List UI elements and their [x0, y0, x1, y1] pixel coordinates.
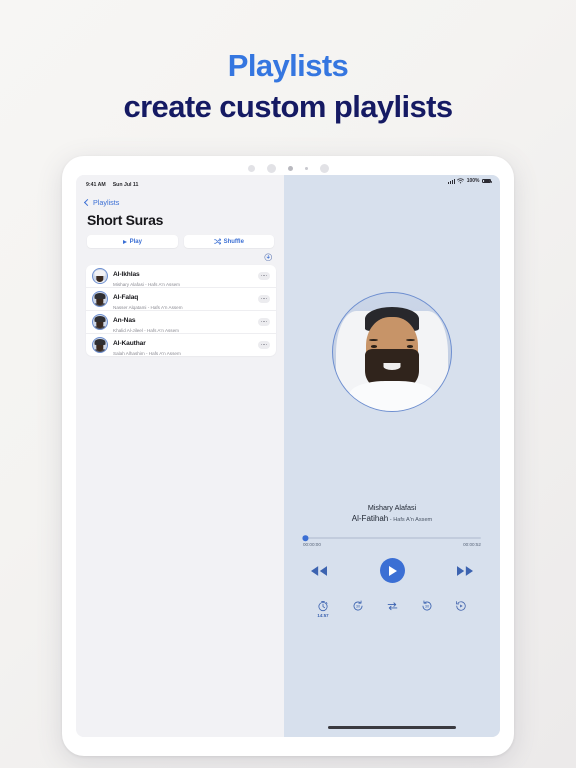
status-time: 9:41 AM [86, 182, 106, 188]
play-icon [122, 239, 127, 244]
replay-button[interactable] [449, 600, 473, 612]
playlist-sidebar: 9:41 AM Sun Jul 11 Playlists Short Suras… [76, 175, 284, 737]
shuffle-icon [213, 238, 221, 245]
sensor-dot [247, 164, 255, 172]
rewind-icon[interactable] [309, 564, 329, 578]
shuffle-button-label: Shuffle [223, 238, 244, 245]
repeat-button[interactable] [380, 600, 404, 612]
sleep-timer-button[interactable]: 14:57 [311, 600, 335, 618]
status-bar-left: 9:41 AM Sun Jul 11 [76, 175, 284, 192]
status-bar-right: 100% [448, 178, 492, 184]
now-playing-track: Al-Fatihah - Hafs A'n Assem [352, 513, 432, 526]
reciter-portrait [332, 292, 452, 412]
cellular-signal-icon [448, 178, 455, 184]
progress-track[interactable] [302, 535, 481, 541]
track-title: Al-Falaq [113, 294, 139, 301]
now-playing-info: Mishary Alafasi Al-Fatihah - Hafs A'n As… [352, 502, 432, 526]
ellipsis-icon[interactable] [258, 271, 270, 280]
track-title: An-Nas [113, 317, 136, 324]
battery-percent-label: 100% [466, 178, 480, 184]
track-text: Al-Kauthar Salah Alhashim - Hafs A'n Ass… [113, 332, 253, 356]
fast-forward-icon[interactable] [455, 564, 475, 578]
now-playing-riwaya: - Hafs A'n Assem [388, 517, 433, 523]
download-all-row [76, 248, 284, 265]
avatar [92, 290, 108, 307]
status-date: Sun Jul 11 [112, 182, 139, 188]
svg-text:30: 30 [355, 605, 359, 609]
page-title: Short Suras [87, 212, 164, 228]
play-button-label: Play [129, 238, 142, 245]
promo-headline: Playlists create custom playlists [0, 46, 576, 128]
track-title: Al-Ikhlas [113, 271, 140, 278]
progress-times: 00:00:00 00:00:52 [303, 542, 481, 547]
avatar [92, 336, 108, 353]
table-row[interactable]: Al-Falaq Nasser Alqatami - Hafs A'n Asse… [86, 288, 276, 311]
device-screen: 9:41 AM Sun Jul 11 Playlists Short Suras… [76, 175, 500, 737]
ellipsis-icon[interactable] [258, 340, 270, 349]
sensor-dot [304, 166, 308, 170]
sleep-timer-icon [318, 601, 328, 612]
avatar [92, 267, 108, 284]
chevron-left-icon [83, 198, 92, 207]
bezel-sensor-array [62, 162, 514, 174]
headline-line-2: create custom playlists [123, 89, 453, 124]
download-circle-icon[interactable] [263, 253, 273, 262]
sleep-timer-label: 14:57 [317, 613, 329, 619]
back-button[interactable]: Playlists [76, 192, 284, 207]
wifi-icon [457, 178, 465, 184]
now-playing-pane: 100% Mishary Alafasi Al-Fatihah - Hafs A… [284, 175, 500, 737]
repeat-icon [387, 602, 397, 611]
track-list: Al-Ikhlas Mishary Alafasi - Hafs A'n Ass… [86, 264, 276, 356]
headline-line-1: Playlists [227, 48, 349, 83]
playlist-action-row: Play Shuffle [76, 228, 284, 248]
skip-back-30-button[interactable]: 30 [346, 600, 370, 612]
back-button-label: Playlists [93, 198, 120, 207]
ellipsis-icon[interactable] [258, 294, 270, 303]
table-row[interactable]: Al-Kauthar Salah Alhashim - Hafs A'n Ass… [86, 334, 276, 356]
shuffle-button[interactable]: Shuffle [183, 235, 274, 248]
front-camera-icon [266, 163, 276, 173]
sensor-dot [287, 165, 293, 171]
table-row[interactable]: An-Nas Khalid Al-Jileel - Hafs A'n Assem [86, 311, 276, 334]
track-subtitle: Salah Alhashim - Hafs A'n Assem [113, 351, 181, 356]
now-playing-reciter: Mishary Alafasi [367, 503, 417, 512]
play-button[interactable]: Play [87, 235, 178, 248]
avatar [92, 313, 108, 330]
progress-thumb[interactable] [302, 535, 309, 541]
skip-forward-30-icon: 30 [422, 600, 431, 611]
track-text: Al-Ikhlas Mishary Alafasi - Hafs A'n Ass… [113, 265, 253, 289]
skip-back-30-icon: 30 [353, 600, 362, 611]
replay-icon [456, 601, 466, 612]
sensor-dot [319, 163, 329, 173]
elapsed-time: 00:00:00 [303, 542, 321, 548]
play-icon [389, 565, 398, 576]
now-playing-track-title: Al-Fatihah [351, 514, 389, 523]
track-text: An-Nas Khalid Al-Jileel - Hafs A'n Assem [113, 309, 253, 334]
tablet-device-frame: 9:41 AM Sun Jul 11 Playlists Short Suras… [62, 156, 514, 756]
track-title: Al-Kauthar [113, 340, 146, 347]
play-pause-button[interactable] [379, 558, 405, 584]
table-row[interactable]: Al-Ikhlas Mishary Alafasi - Hafs A'n Ass… [86, 265, 276, 288]
skip-forward-30-button[interactable]: 30 [415, 600, 439, 612]
ellipsis-icon[interactable] [258, 317, 270, 326]
transport-controls [303, 558, 481, 584]
secondary-controls: 14:57 30 30 [303, 600, 481, 618]
svg-text:30: 30 [424, 605, 428, 609]
battery-icon [482, 178, 492, 184]
duration-time: 00:00:52 [463, 542, 481, 548]
home-indicator[interactable] [328, 726, 456, 729]
playback-progress[interactable]: 00:00:00 00:00:52 [302, 535, 481, 547]
track-text: Al-Falaq Nasser Alqatami - Hafs A'n Asse… [113, 286, 253, 311]
